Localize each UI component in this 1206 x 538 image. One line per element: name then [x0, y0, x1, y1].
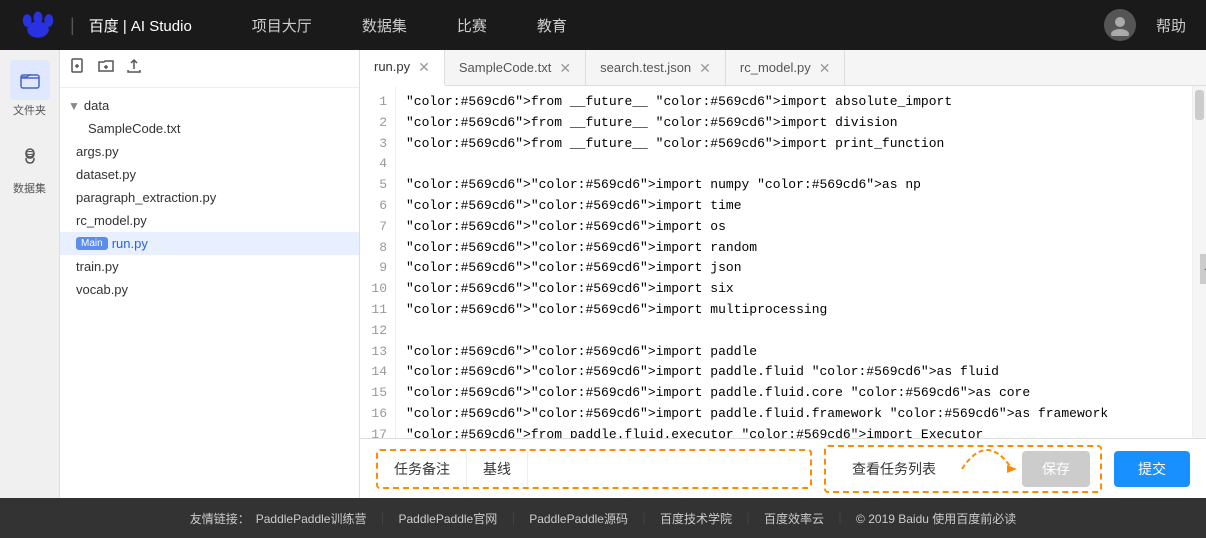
nav-logo-text: 百度 | AI Studio — [89, 15, 192, 36]
nav-item-education[interactable]: 教育 — [537, 15, 567, 36]
nav-items: 项目大厅 数据集 比赛 教育 — [252, 15, 1104, 36]
file-argspy-name: args.py — [76, 144, 119, 159]
avatar-icon — [1109, 14, 1131, 36]
file-trainpy[interactable]: train.py — [60, 255, 359, 278]
nav-divider: | — [70, 15, 75, 36]
view-tasks-button[interactable]: 查看任务列表 — [836, 451, 952, 487]
tab-samplecode-close[interactable]: ✕ — [559, 61, 571, 75]
nav-item-competition[interactable]: 比赛 — [457, 15, 487, 36]
task-input-field[interactable] — [528, 461, 810, 477]
file-main-badge: Main — [76, 237, 108, 250]
file-samplecode[interactable]: SampleCode.txt — [60, 117, 359, 140]
submit-button[interactable]: 提交 — [1114, 451, 1190, 487]
file-panel-toolbar — [60, 50, 359, 88]
save-button[interactable]: 保存 — [1022, 451, 1090, 487]
footer-label: 友情链接： — [190, 510, 250, 527]
file-argspy[interactable]: args.py — [60, 140, 359, 163]
task-input-wrap: 任务备注 基线 — [376, 449, 812, 489]
right-actions-wrap: 查看任务列表 保存 — [824, 445, 1102, 493]
nav-help[interactable]: 帮助 — [1156, 15, 1186, 36]
tab-runpy-label: run.py — [374, 59, 410, 74]
tab-searchtestjson[interactable]: search.test.json ✕ — [586, 50, 726, 86]
task-notes-label: 任务备注 — [394, 459, 450, 479]
file-datasetpy[interactable]: dataset.py — [60, 163, 359, 186]
file-vocabpy-name: vocab.py — [76, 282, 128, 297]
baseline-label: 基线 — [483, 459, 511, 479]
file-rcmodel-name: rc_model.py — [76, 213, 147, 228]
code-editor[interactable]: 123456789101112131415161718192021222324 … — [360, 86, 1206, 438]
chevron-down-icon: ▼ — [68, 99, 80, 113]
bottom-action-bar: 任务备注 基线 查看任务列表 保存 — [360, 438, 1206, 498]
datasets-icon[interactable] — [10, 138, 50, 178]
file-tree: ▼ data SampleCode.txt args.py dataset.py… — [60, 88, 359, 498]
line-numbers: 123456789101112131415161718192021222324 — [360, 86, 396, 438]
sidebar-files-label: 文件夹 — [13, 102, 46, 118]
tabs-bar: run.py ✕ SampleCode.txt ✕ search.test.js… — [360, 50, 1206, 86]
file-runpy[interactable]: Main run.py — [60, 232, 359, 255]
tab-samplecode[interactable]: SampleCode.txt ✕ — [445, 50, 586, 86]
nav-item-projects[interactable]: 项目大厅 — [252, 15, 312, 36]
folder-icon[interactable] — [10, 60, 50, 100]
tab-runpy-close[interactable]: ✕ — [418, 60, 430, 74]
tab-runpy[interactable]: run.py ✕ — [360, 50, 445, 86]
top-nav: | 百度 | AI Studio 项目大厅 数据集 比赛 教育 帮助 — [0, 0, 1206, 50]
tab-samplecode-label: SampleCode.txt — [459, 60, 552, 75]
nav-right: 帮助 — [1104, 9, 1186, 41]
folder-data-name: data — [84, 98, 109, 113]
footer-link-paddleofficial[interactable]: PaddlePaddle官网 — [398, 510, 497, 527]
file-datasetpy-name: dataset.py — [76, 167, 136, 182]
sidebar-item-files[interactable]: 文件夹 — [10, 60, 50, 118]
tab-searchtestjson-close[interactable]: ✕ — [699, 61, 711, 75]
nav-item-datasets[interactable]: 数据集 — [362, 15, 407, 36]
new-file-icon[interactable] — [70, 58, 86, 79]
upload-icon[interactable] — [126, 58, 142, 79]
baseline-tab[interactable]: 基线 — [467, 451, 528, 487]
nav-logo: | 百度 | AI Studio — [20, 11, 192, 39]
file-rcmodel[interactable]: rc_model.py — [60, 209, 359, 232]
baidu-logo-icon — [20, 11, 56, 39]
footer-link-baiducloud[interactable]: 百度效率云 — [764, 510, 824, 527]
tab-searchtestjson-label: search.test.json — [600, 60, 691, 75]
file-paragraph-name: paragraph_extraction.py — [76, 190, 216, 205]
footer-link-paddlecamp[interactable]: PaddlePaddle训练营 — [256, 510, 367, 527]
footer-link-paddlesource[interactable]: PaddlePaddle源码 — [529, 510, 628, 527]
code-content[interactable]: "color:#569cd6">from __future__ "color:#… — [396, 86, 1192, 438]
footer-copyright: © 2019 Baidu 使用百度前必读 — [856, 510, 1016, 527]
folder-data[interactable]: ▼ data — [60, 94, 359, 117]
sidebar-item-datasets[interactable]: 数据集 — [10, 138, 50, 196]
sidebar: 文件夹 数据集 — [0, 50, 60, 498]
footer-link-baiduacademy[interactable]: 百度技术学院 — [660, 510, 732, 527]
tab-rcmodel-close[interactable]: ✕ — [819, 61, 831, 75]
collapse-panel-arrow[interactable]: ◀ — [1200, 254, 1206, 284]
main-layout: 文件夹 数据集 — [0, 50, 1206, 498]
tab-rcmodel[interactable]: rc_model.py ✕ — [726, 50, 846, 86]
file-panel: ▼ data SampleCode.txt args.py dataset.py… — [60, 50, 360, 498]
file-trainpy-name: train.py — [76, 259, 119, 274]
file-runpy-name: run.py — [112, 236, 148, 251]
editor-area: run.py ✕ SampleCode.txt ✕ search.test.js… — [360, 50, 1206, 498]
new-folder-icon[interactable] — [98, 58, 114, 79]
tab-rcmodel-label: rc_model.py — [740, 60, 811, 75]
file-paragraph[interactable]: paragraph_extraction.py — [60, 186, 359, 209]
sidebar-datasets-label: 数据集 — [13, 180, 46, 196]
avatar[interactable] — [1104, 9, 1136, 41]
footer: 友情链接： PaddlePaddle训练营 ｜ PaddlePaddle官网 ｜… — [0, 498, 1206, 538]
file-vocabpy[interactable]: vocab.py — [60, 278, 359, 301]
annotation-arrow — [962, 451, 1012, 487]
file-samplecode-name: SampleCode.txt — [88, 121, 181, 136]
task-notes-tab[interactable]: 任务备注 — [378, 451, 467, 487]
